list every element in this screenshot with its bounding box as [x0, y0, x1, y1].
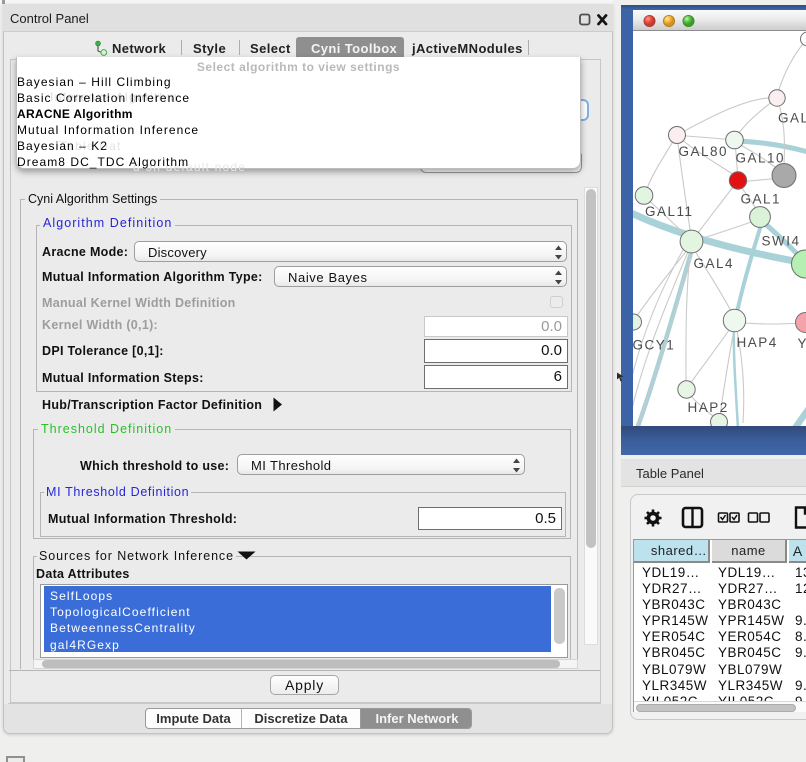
svg-text:GAL7: GAL7: [778, 111, 806, 126]
svg-text:SWI4: SWI4: [762, 234, 801, 249]
svg-text:GAL80: GAL80: [679, 144, 729, 159]
svg-text:HAP2: HAP2: [688, 400, 729, 415]
svg-text:GAL11: GAL11: [645, 204, 694, 219]
svg-text:Y: Y: [798, 336, 806, 351]
svg-text:GAL4: GAL4: [694, 256, 735, 271]
svg-text:GAL10: GAL10: [736, 151, 786, 166]
svg-text:GCY1: GCY1: [633, 338, 675, 353]
svg-text:GAL1: GAL1: [741, 192, 782, 207]
svg-text:HAP4: HAP4: [737, 335, 778, 350]
